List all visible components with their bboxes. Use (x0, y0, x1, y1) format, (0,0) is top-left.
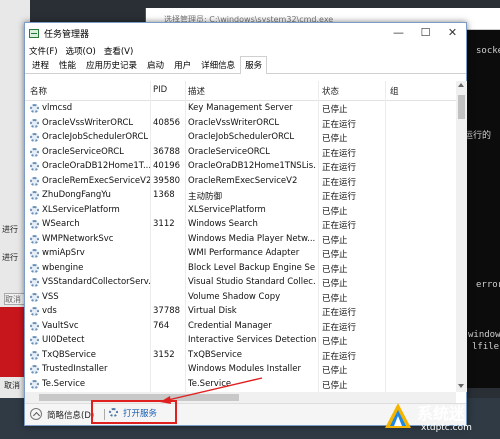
watermark: 系统迷 xtdptc.com (383, 398, 500, 439)
watermark-url: xtdptc.com (421, 423, 472, 433)
arrow-head (160, 396, 171, 404)
watermark-logo (385, 403, 411, 428)
annotation-arrow (160, 377, 263, 404)
arrow-line (167, 377, 263, 401)
watermark-title: 系统迷 (417, 404, 466, 423)
